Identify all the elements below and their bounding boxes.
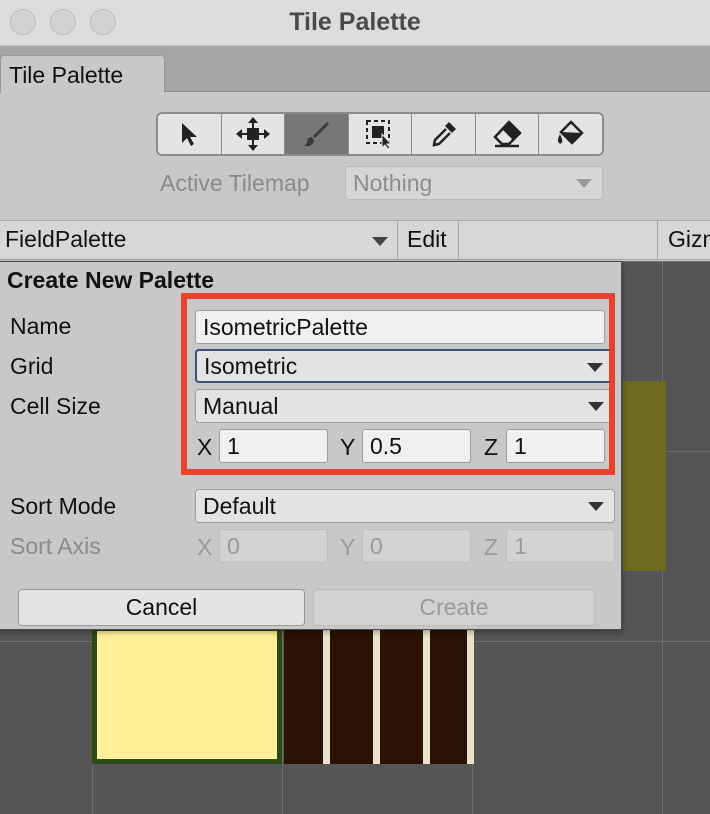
- eraser-icon: [493, 120, 522, 148]
- palette-dropdown[interactable]: FieldPalette: [5, 226, 126, 253]
- chevron-down-icon[interactable]: [372, 237, 388, 246]
- cell-size-label: Cell Size: [10, 393, 101, 419]
- sort-axis-x-input[interactable]: 0: [219, 529, 328, 563]
- select-tool-button[interactable]: [158, 114, 222, 154]
- active-tilemap-value: Nothing: [353, 170, 433, 196]
- window-title: Tile Palette: [289, 8, 421, 36]
- sort-y-label: Y: [340, 534, 356, 560]
- active-tilemap-label: Active Tilemap: [160, 170, 310, 196]
- sort-axis-label: Sort Axis: [10, 533, 101, 559]
- sort-mode-dropdown[interactable]: Default: [195, 489, 615, 523]
- cancel-button[interactable]: Cancel: [18, 589, 305, 626]
- active-tilemap-dropdown[interactable]: Nothing: [345, 166, 603, 200]
- eyedropper-icon: [432, 122, 456, 147]
- sort-mode-value: Default: [203, 493, 276, 519]
- chevron-down-icon: [576, 179, 592, 188]
- dialog-title: Create New Palette: [7, 267, 215, 293]
- tile-stripe: [323, 626, 330, 764]
- sort-x-label: X: [197, 534, 213, 560]
- header-divider: [657, 221, 658, 260]
- sort-axis-z-input[interactable]: 1: [506, 529, 615, 563]
- header-divider: [458, 221, 459, 260]
- palette-tile[interactable]: [92, 626, 282, 764]
- gizmos-toggle[interactable]: Gizm: [668, 226, 710, 253]
- arrow-pointer-icon: [182, 123, 198, 146]
- box-fill-tool-button[interactable]: [349, 114, 413, 154]
- tab-tile-palette[interactable]: Tile Palette: [0, 55, 165, 93]
- tile-stripe: [373, 626, 380, 764]
- move-arrows-icon: [235, 117, 270, 151]
- chevron-down-icon: [588, 502, 604, 511]
- grid-label: Grid: [10, 353, 54, 379]
- sort-axis-y-input[interactable]: 0: [362, 529, 471, 563]
- box-fill-icon: [366, 120, 393, 150]
- tile-stripe: [467, 626, 474, 764]
- edit-toggle[interactable]: Edit: [407, 226, 447, 253]
- move-tool-button[interactable]: [222, 114, 286, 154]
- paint-bucket-icon: [557, 120, 584, 145]
- tile-stripe: [423, 626, 430, 764]
- header-divider: [397, 221, 398, 260]
- create-button[interactable]: Create: [313, 589, 595, 626]
- name-label: Name: [10, 313, 72, 339]
- sort-mode-label: Sort Mode: [10, 493, 117, 519]
- paint-brush-icon: [304, 122, 330, 147]
- highlight-box: [181, 293, 615, 475]
- fill-tool-button[interactable]: [539, 114, 602, 154]
- erase-tool-button[interactable]: [476, 114, 540, 154]
- paint-tool-button[interactable]: [285, 114, 349, 154]
- tool-bar: [156, 112, 604, 156]
- pick-tool-button[interactable]: [412, 114, 476, 154]
- palette-tile[interactable]: [623, 381, 666, 571]
- sort-z-label: Z: [484, 534, 499, 560]
